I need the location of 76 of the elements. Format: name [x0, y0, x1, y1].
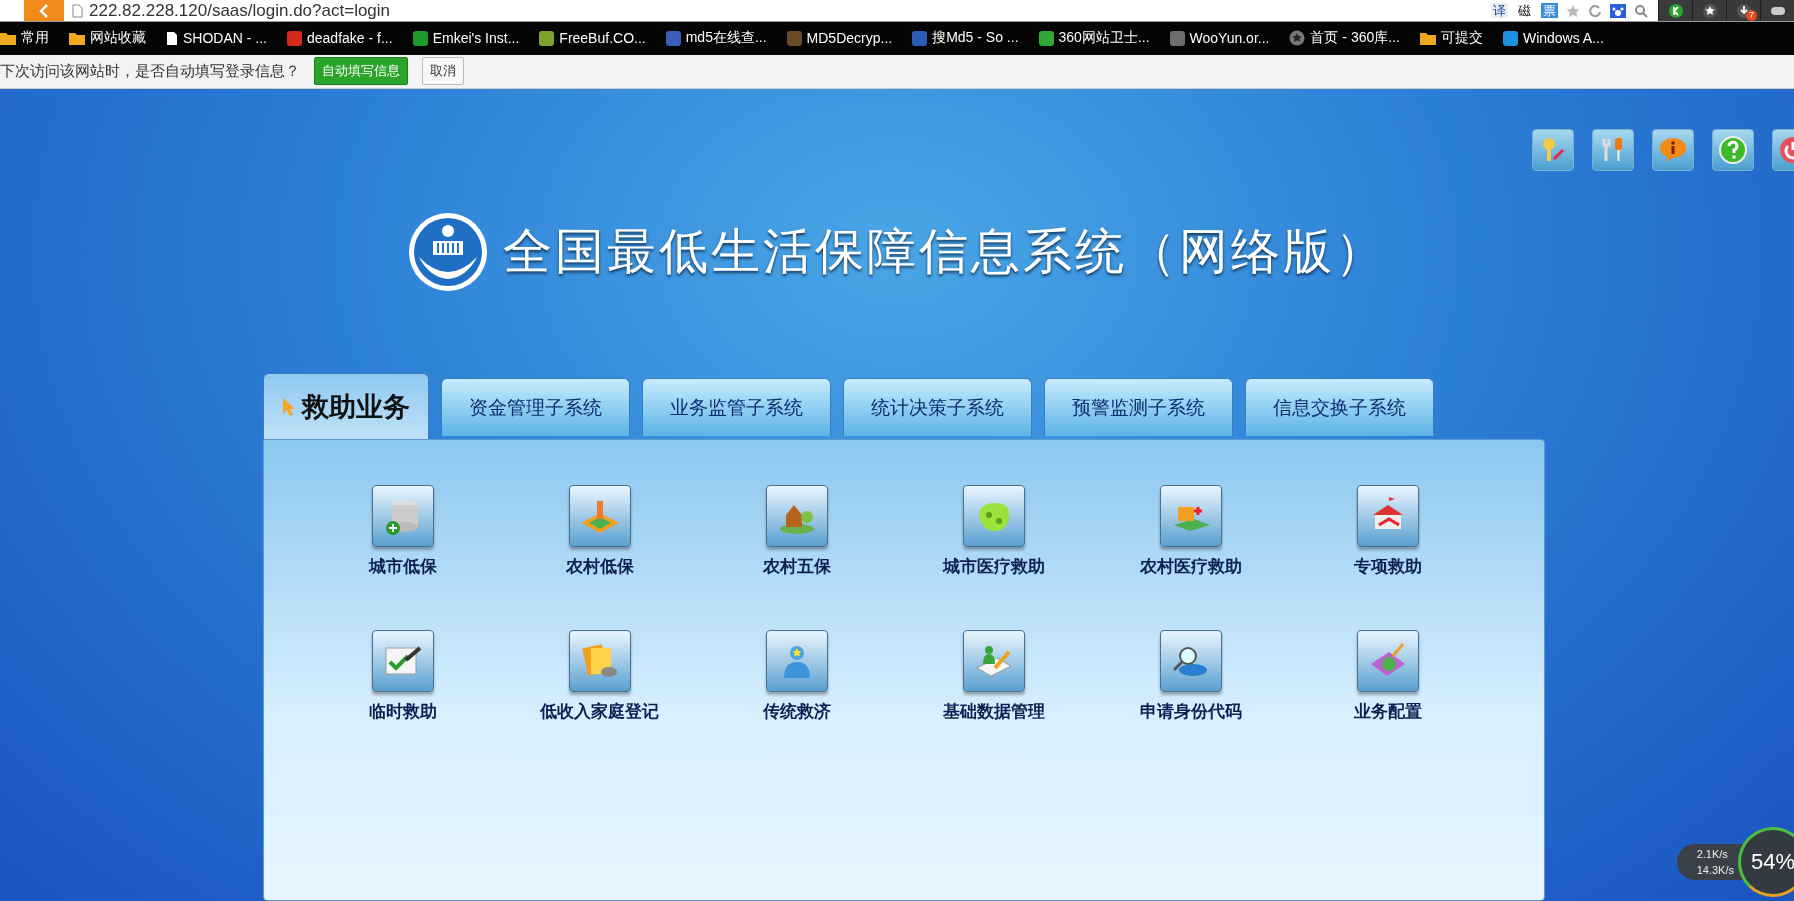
module-link[interactable]: 申请身份代码 — [1092, 630, 1289, 723]
url-text: 222.82.228.120/saas/login.do?act=login — [89, 0, 391, 21]
autofill-message: 下次访问该网站时，是否自动填写登录信息？ — [0, 61, 300, 81]
app-title: 全国最低生活保障信息系统（网络版） — [503, 222, 1387, 282]
tab[interactable]: 预警监测子系统 — [1044, 378, 1233, 436]
bookmark-item[interactable]: MD5Decryp... — [786, 30, 893, 47]
house-icon — [765, 485, 828, 547]
module-link[interactable]: 城市医疗救助 — [895, 485, 1092, 578]
bookmark-item[interactable]: 搜Md5 - So ... — [912, 29, 1019, 48]
tab[interactable]: 信息交换子系统 — [1245, 378, 1434, 436]
folder-icon — [69, 31, 85, 45]
star-icon[interactable] — [1566, 3, 1580, 18]
gamepad-icon — [1769, 4, 1786, 17]
tab[interactable]: 统计决策子系统 — [843, 378, 1032, 436]
folder-icon — [1419, 31, 1436, 45]
help-icon — [1718, 135, 1748, 165]
extension-label[interactable]: 票 — [1541, 3, 1558, 18]
bookmark-item[interactable]: 网站收藏 — [69, 29, 146, 48]
checklist-icon — [371, 630, 434, 692]
address-field[interactable]: 222.82.228.120/saas/login.do?act=login 译 磁 票 — [64, 0, 1658, 21]
module-link[interactable]: 专项救助 — [1289, 485, 1486, 578]
info-button[interactable] — [1652, 129, 1694, 171]
bookmark-item[interactable]: SHODAN - ... — [166, 30, 267, 47]
bookmark-item[interactable]: deadfake - f... — [287, 30, 393, 47]
notepad-icon — [962, 630, 1025, 692]
module-link[interactable]: 低收入家庭登记 — [501, 630, 698, 723]
page-icon — [72, 3, 83, 18]
info-icon — [1658, 135, 1688, 165]
extension-label[interactable]: 译 — [1491, 3, 1508, 18]
bookmark-item[interactable]: Emkei's Inst... — [412, 30, 520, 47]
module-link[interactable]: 临时救助 — [304, 630, 501, 723]
tab[interactable]: 业务监管子系统 — [642, 378, 831, 436]
search-icon[interactable] — [1634, 3, 1648, 18]
favorites-button[interactable] — [1692, 0, 1726, 21]
download-speed: 14.3K/s — [1696, 864, 1734, 876]
paw-icon[interactable] — [1610, 3, 1626, 18]
bookmark-item[interactable]: WooYun.or... — [1169, 30, 1270, 47]
module-link[interactable]: 农村低保 — [501, 485, 698, 578]
tab[interactable]: 救助业务 — [263, 373, 429, 439]
box-icon — [1159, 485, 1222, 547]
reload-icon[interactable] — [1588, 3, 1602, 18]
bookmark-item[interactable]: 首页 - 360库... — [1289, 29, 1400, 48]
person-icon — [765, 630, 828, 692]
bookmark-item[interactable]: Windows A... — [1502, 30, 1604, 47]
k-letter-icon — [1667, 2, 1684, 19]
bookmark-item[interactable]: 360网站卫士... — [1038, 29, 1150, 48]
cursor-icon — [282, 396, 296, 417]
back-button[interactable] — [24, 0, 64, 21]
module-link[interactable]: 业务配置 — [1289, 630, 1486, 723]
k-extension-button[interactable] — [1658, 0, 1692, 21]
module-link[interactable]: 基础数据管理 — [895, 630, 1092, 723]
database-icon — [371, 485, 434, 547]
page-icon — [166, 30, 178, 46]
module-link[interactable]: 农村医疗救助 — [1092, 485, 1289, 578]
bookmark-item[interactable]: 常用 — [0, 29, 49, 48]
bookmark-item[interactable]: FreeBuf.CO... — [539, 30, 646, 47]
autofill-cancel-button[interactable]: 取消 — [422, 57, 464, 86]
extension-label[interactable]: 磁 — [1516, 3, 1533, 18]
folder-icon — [568, 630, 631, 692]
module-link[interactable]: 传统救济 — [698, 630, 895, 723]
gamepad-button[interactable] — [1760, 0, 1794, 21]
key-pencil-button[interactable] — [1532, 129, 1574, 171]
module-link[interactable]: 农村五保 — [698, 485, 895, 578]
bookmark-item[interactable]: md5在线查... — [665, 29, 767, 48]
bookmark-item[interactable]: 可提交 — [1419, 29, 1483, 48]
help-button[interactable] — [1712, 129, 1754, 171]
blob-icon — [962, 485, 1025, 547]
magnifier-icon — [1159, 630, 1222, 692]
module-link[interactable]: 城市低保 — [304, 485, 501, 578]
download-button[interactable]: 7 — [1726, 0, 1760, 21]
tab[interactable]: 资金管理子系统 — [441, 378, 630, 436]
tools-button[interactable] — [1592, 129, 1634, 171]
cpu-usage-gauge: 54% — [1738, 827, 1794, 897]
upload-speed: 2.1K/s — [1696, 848, 1729, 860]
folder-icon — [0, 31, 16, 45]
download-count-badge: 7 — [1746, 10, 1757, 21]
